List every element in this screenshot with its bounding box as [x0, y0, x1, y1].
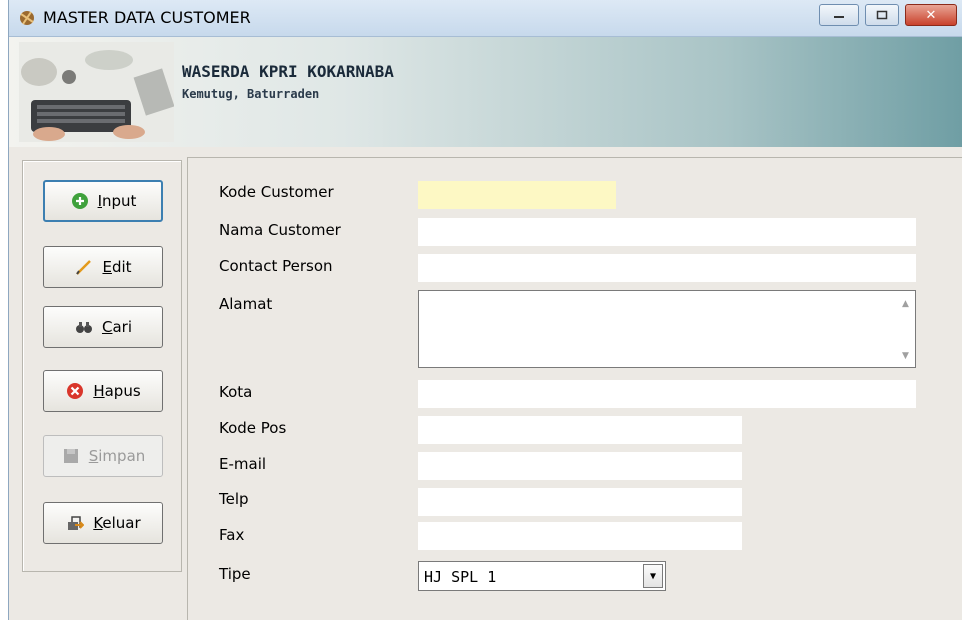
fax-input[interactable] [418, 522, 742, 550]
contact-person-input[interactable] [418, 254, 916, 282]
nama-customer-input[interactable] [418, 218, 916, 246]
hapus-button-label: Hapus [93, 382, 141, 400]
hapus-button[interactable]: Hapus [43, 370, 163, 412]
email-label: E-mail [219, 455, 267, 473]
maximize-icon [876, 10, 888, 20]
scroll-up-icon[interactable]: ▲ [902, 299, 909, 309]
telp-label: Telp [219, 490, 249, 508]
nama-customer-label: Nama Customer [219, 221, 341, 239]
simpan-button[interactable]: Simpan [43, 435, 163, 477]
banner-image [19, 42, 174, 142]
input-button-label: Input [97, 192, 137, 210]
kota-label: Kota [219, 383, 253, 401]
maximize-button[interactable] [865, 4, 899, 26]
app-icon [17, 8, 37, 28]
cari-button[interactable]: Cari [43, 306, 163, 348]
company-location: Kemutug, Baturraden [182, 87, 320, 101]
save-icon [61, 446, 81, 466]
telp-input[interactable] [418, 488, 742, 516]
chevron-down-icon[interactable]: ▼ [643, 564, 663, 588]
close-icon: ✕ [925, 7, 937, 23]
exit-icon [65, 513, 85, 533]
email-input[interactable] [418, 452, 742, 480]
add-icon [70, 191, 90, 211]
master-data-customer-window: MASTER DATA CUSTOMER ✕ WASERDA KPRI KOKA… [8, 0, 962, 620]
tipe-select[interactable]: HJ SPL 1 ▼ [418, 561, 666, 591]
kode-customer-label: Kode Customer [219, 183, 334, 201]
contact-person-label: Contact Person [219, 257, 333, 275]
company-name: WASERDA KPRI KOKARNABA [182, 62, 394, 81]
alamat-scrollbar[interactable]: ▲ ▼ [898, 291, 915, 367]
kode-customer-input[interactable] [418, 181, 616, 209]
kode-pos-label: Kode Pos [219, 419, 287, 437]
delete-icon [65, 381, 85, 401]
simpan-button-label: Simpan [88, 447, 146, 465]
window-title: MASTER DATA CUSTOMER [43, 8, 251, 27]
edit-button[interactable]: Edit [43, 246, 163, 288]
title-bar[interactable]: MASTER DATA CUSTOMER ✕ [9, 0, 962, 37]
tipe-label: Tipe [219, 565, 251, 583]
alamat-label: Alamat [219, 295, 273, 313]
binoculars-icon [74, 317, 94, 337]
scroll-down-icon[interactable]: ▼ [902, 351, 909, 361]
cari-button-label: Cari [101, 318, 132, 336]
fax-label: Fax [219, 526, 245, 544]
input-button[interactable]: Input [43, 180, 163, 222]
tipe-select-value: HJ SPL 1 [424, 568, 497, 586]
kode-pos-input[interactable] [418, 416, 742, 444]
keluar-button-label: Keluar [93, 514, 141, 532]
keluar-button[interactable]: Keluar [43, 502, 163, 544]
alamat-textarea[interactable]: ▲ ▼ [418, 290, 916, 368]
minimize-icon [834, 16, 844, 18]
header-banner: WASERDA KPRI KOKARNABA Kemutug, Baturrad… [9, 37, 962, 147]
minimize-button[interactable] [819, 4, 859, 26]
edit-button-label: Edit [102, 258, 132, 276]
close-button[interactable]: ✕ [905, 4, 957, 26]
pencil-icon [74, 257, 94, 277]
kota-input[interactable] [418, 380, 916, 408]
